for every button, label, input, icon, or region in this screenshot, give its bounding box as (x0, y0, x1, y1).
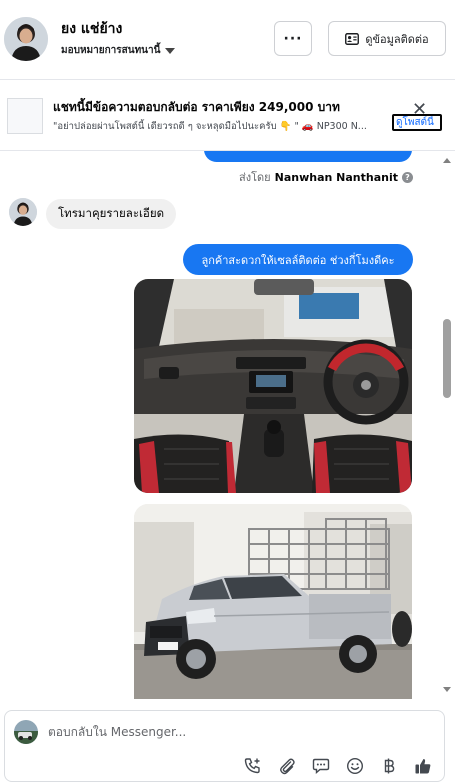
baht-icon[interactable] (378, 755, 400, 777)
contact-name: ยง แช่ย้าง (61, 21, 123, 37)
sent-by-prefix: ส่งโดย (239, 171, 271, 184)
pickup-truck-photo[interactable] (134, 504, 412, 699)
incoming-message: โทรมาคุยรายละเอียด (46, 199, 177, 229)
contact-avatar[interactable] (4, 17, 48, 61)
car-interior-photo[interactable] (134, 279, 412, 493)
phone-plus-icon[interactable] (242, 755, 264, 777)
message-composer (4, 710, 445, 782)
assign-label: มอบหมายการสนทนานี้ (61, 45, 161, 56)
reply-input[interactable] (48, 725, 428, 739)
post-thumbnail[interactable] (7, 98, 43, 134)
info-icon[interactable]: ? (402, 171, 413, 183)
page-avatar (14, 720, 38, 744)
more-options-button[interactable]: ··· (274, 21, 312, 56)
more-icon: ··· (283, 30, 303, 47)
thumbs-up-icon[interactable] (412, 755, 434, 777)
scrollbar-thumb[interactable] (443, 319, 451, 398)
banner-subtitle: "อย่าปล่อยผ่านโพสต์นี้ เดียวรถดี ๆ จะหลุ… (53, 121, 367, 132)
scroll-down-arrow-icon[interactable] (443, 687, 451, 692)
contact-card-icon (345, 32, 360, 45)
scroll-up-arrow-icon[interactable] (443, 158, 451, 163)
chat-bubble-icon[interactable] (310, 755, 332, 777)
outgoing-message: ลูกค้าสะดวกให้เซลล์ติดต่อ ช่วงกี่โมงดีคะ (183, 244, 413, 275)
composer-toolbar (242, 755, 434, 777)
conversation-header: ยง แช่ย้าง มอบหมายการสนทนานี้ ··· ดูข้อม… (0, 0, 455, 80)
view-contact-info-button[interactable]: ดูข้อมูลติดต่อ (328, 21, 446, 56)
view-contact-info-label: ดูข้อมูลติดต่อ (365, 32, 429, 46)
post-context-banner: แชทนี้มีข้อความตอบกลับต่อ ราคาเพียง 249,… (0, 81, 455, 151)
message-thread[interactable]: ส่งโดย Nanwhan Nanthanit ? โทรมาคุยรายละ… (0, 151, 455, 699)
sent-by-line: ส่งโดย Nanwhan Nanthanit ? (239, 168, 413, 186)
paperclip-icon[interactable] (276, 755, 298, 777)
emoji-icon[interactable] (344, 755, 366, 777)
assign-conversation-dropdown[interactable]: มอบหมายการสนทนานี้ (61, 43, 176, 58)
caret-down-icon (165, 47, 176, 54)
banner-title: แชทนี้มีข้อความตอบกลับต่อ ราคาเพียง 249,… (53, 100, 340, 114)
close-icon[interactable]: ✕ (412, 101, 427, 119)
sent-by-name: Nanwhan Nanthanit (274, 170, 398, 184)
previous-outgoing-bubble (204, 151, 412, 162)
sender-avatar (9, 198, 37, 226)
